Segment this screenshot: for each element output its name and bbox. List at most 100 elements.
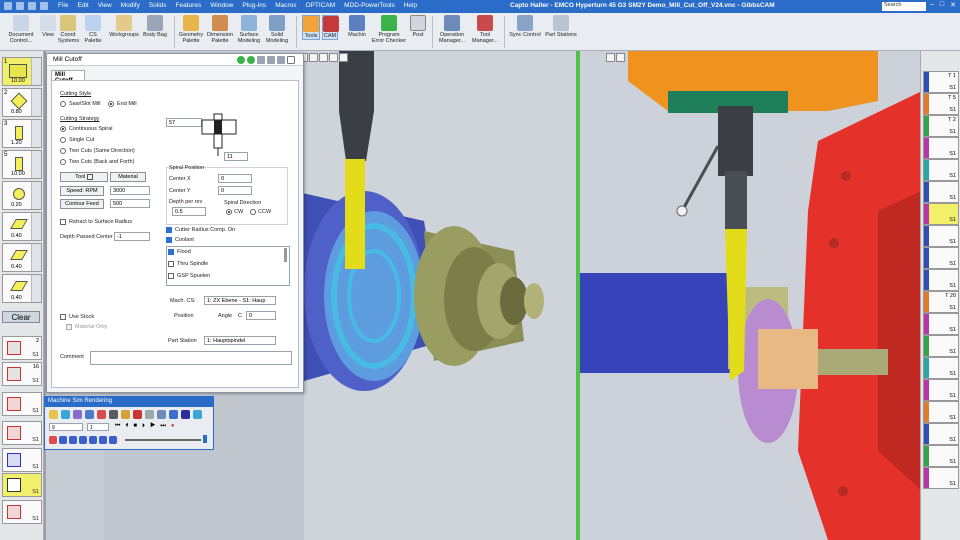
sim-speed-field[interactable]: 1 [87,423,109,431]
mach-cs-select[interactable]: 1: ZX Ebene - S1: Haup [204,296,276,305]
operation-tile[interactable]: S1 16 [2,362,42,386]
c-axis-field[interactable]: 0 [246,311,276,320]
tool-tile-3[interactable]: 3 1.20 [2,119,42,148]
cs-palette-button[interactable]: CS Palette [80,15,106,44]
comment-field[interactable] [90,351,292,365]
sim-machine-icon[interactable] [109,410,118,419]
end-mill-radio[interactable] [108,101,114,107]
menu-plugins[interactable]: Plug-Ins [242,2,266,9]
view-home-icon[interactable] [329,53,338,62]
two-cuts-same-radio[interactable] [60,148,66,154]
sim-tool-icon[interactable] [73,410,82,419]
use-stock-checkbox[interactable] [60,314,66,320]
operation-tile[interactable]: S1 [923,313,959,335]
operation-tile[interactable]: S1 [923,269,959,291]
coolant-checkbox[interactable] [166,237,172,243]
saw-slot-mill-radio[interactable] [60,101,66,107]
depth-per-rev-field[interactable]: 0.5 [172,207,206,216]
sim-mode-icon[interactable] [79,436,87,444]
menu-mdd-powertools[interactable]: MDD-PowerTools [344,2,395,9]
operation-tile[interactable]: S1 [923,423,959,445]
part-stations-button[interactable]: Part Stations [544,15,578,38]
sim-measure-icon[interactable] [145,410,154,419]
surface-modeling-button[interactable]: Surface Modeling [236,15,262,44]
preview-top-field[interactable]: 57 [166,118,202,127]
tool-tile-5[interactable]: 5 10.00 [2,150,42,179]
tool-tile-1[interactable]: 1 10.00 [2,57,42,86]
operation-tile[interactable]: T 1 S1 [923,71,959,93]
ccw-radio[interactable] [250,209,256,215]
operation-tile[interactable]: S1 [923,181,959,203]
operation-tile[interactable]: S1 [2,500,42,524]
operation-tile[interactable]: S1 [2,392,42,416]
close-icon[interactable]: ✕ [950,1,956,9]
program-error-checker-button[interactable]: Program Error Checker [370,15,408,44]
speed-button[interactable]: Speed: RPM [60,186,104,196]
operation-tile-active[interactable]: S1 [923,203,959,225]
operation-manager-button[interactable]: Operation Manager... [436,15,468,44]
material-only-checkbox[interactable] [66,324,72,330]
two-cuts-back-forth-radio[interactable] [60,159,66,165]
cam-button[interactable]: CAM [322,15,339,40]
view-settings-icon[interactable] [339,53,348,62]
geometry-palette-button[interactable]: Geometry Palette [178,15,204,44]
ok-icon[interactable] [237,56,245,64]
view-wire-icon[interactable] [319,53,328,62]
rewind-icon[interactable]: ⏮ [115,423,125,429]
viewport-right[interactable] [576,51,920,540]
menu-modify[interactable]: Modify [121,2,140,9]
menu-features[interactable]: Features [176,2,202,9]
continuous-spiral-radio[interactable] [60,126,66,132]
tab-mill-cutoff[interactable]: Mill Cutoff [51,70,85,84]
view-shade-icon[interactable] [309,53,318,62]
part-station-select[interactable]: 1: Hauptspindel [204,336,276,345]
tool-tile-2[interactable]: 2 0.80 [2,88,42,117]
thru-spindle-checkbox[interactable] [168,261,174,267]
workgroups-button[interactable]: Workgroups [108,15,140,38]
tool-tile-turn-c[interactable]: 0.40 [2,243,42,272]
material-button[interactable]: Material [110,172,146,182]
menu-view[interactable]: View [98,2,112,9]
sim-view-icon[interactable] [169,410,178,419]
record-icon[interactable]: ● [171,423,180,429]
menu-opticam[interactable]: OPTICAM [306,2,336,9]
operation-tile[interactable]: S1 [923,445,959,467]
sim-camera-icon[interactable] [157,410,166,419]
pin-icon[interactable] [277,56,285,64]
sim-mode-icon[interactable] [89,436,97,444]
sim-step-field[interactable]: 9 [49,423,83,431]
tools-button[interactable]: Tools [302,15,320,40]
menu-edit[interactable]: Edit [77,2,88,9]
cutter-comp-checkbox[interactable] [166,227,172,233]
sim-fixture-icon[interactable] [97,410,106,419]
view-home-icon[interactable] [606,53,615,62]
sim-mode-icon[interactable] [109,436,117,444]
tool-button[interactable]: Tool [60,172,108,182]
sim-part-icon[interactable] [49,410,58,419]
body-bag-button[interactable]: Body Bag [142,15,168,38]
contour-feed-field[interactable]: 500 [110,199,150,208]
operation-tile[interactable]: S1 [923,379,959,401]
paste-icon[interactable] [267,56,275,64]
contour-feed-button[interactable]: Contour Feed [60,199,104,209]
sim-holder-icon[interactable] [85,410,94,419]
dimension-palette-button[interactable]: Dimension Palette [206,15,234,44]
operation-tile[interactable]: S1 [923,335,959,357]
sim-toolpath-icon[interactable] [121,410,130,419]
retract-checkbox[interactable] [60,219,66,225]
step-forward-icon[interactable]: ⏵ [142,423,150,429]
operation-tile[interactable]: T 2 S1 [923,115,959,137]
save-icon[interactable] [16,2,24,10]
center-x-field[interactable]: 0 [218,174,252,183]
sim-mode-icon[interactable] [59,436,67,444]
tool-tile-turn-a[interactable]: 0.20 [2,181,42,210]
sync-control-button[interactable]: Sync Control [508,15,542,38]
sim-book-icon[interactable] [181,410,190,419]
center-y-field[interactable]: 0 [218,186,252,195]
sim-slider-thumb[interactable] [203,435,207,443]
operation-tile[interactable]: S1 [923,225,959,247]
view-settings-icon[interactable] [616,53,625,62]
play-icon[interactable]: ▶ [150,423,160,429]
operation-tile-active[interactable]: S1 [2,473,42,497]
minimize-icon[interactable]: – [930,1,934,9]
